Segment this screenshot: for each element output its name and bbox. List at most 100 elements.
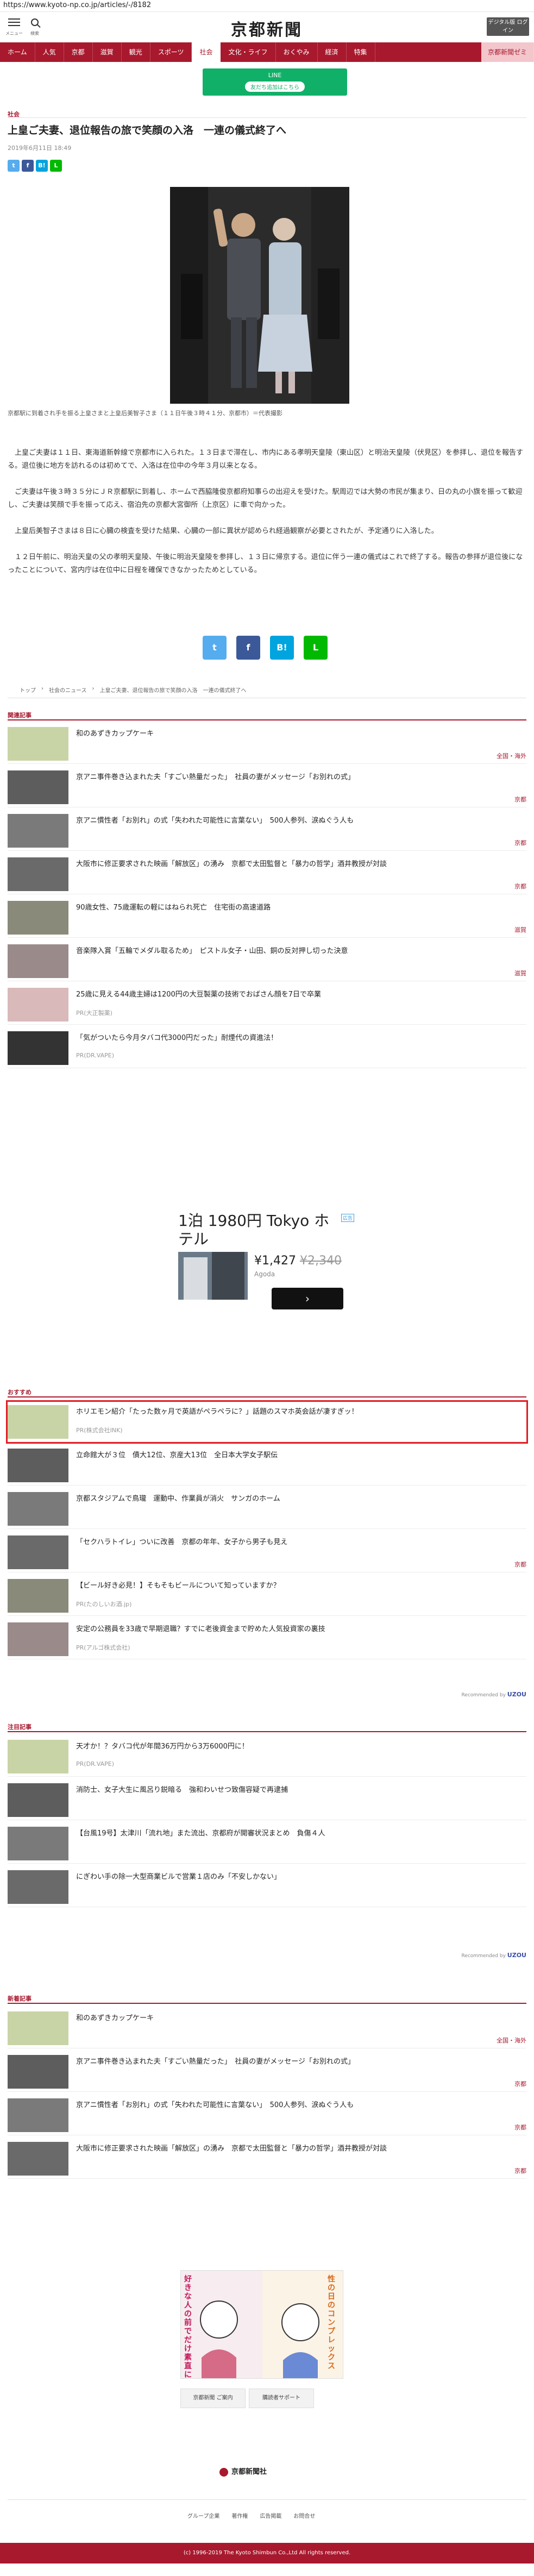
list-thumbnail[interactable] <box>8 814 68 848</box>
list-item-title[interactable]: 京アニ慣性者「お別れ」の式「失われた可能性に言葉ない」 500人参列、涙ぬぐう人… <box>76 2101 522 2110</box>
list-item[interactable]: 大阪市に修正要求された映画「解放区」の湧み 京都で太田監督と「暴力の哲学」酒井教… <box>8 854 526 894</box>
facebook-share-icon[interactable]: f <box>22 160 34 172</box>
category-tag[interactable]: 全国・海外 <box>497 2036 526 2045</box>
menu-button[interactable]: メニュー <box>5 16 23 39</box>
footer-support-button[interactable]: 購読者サポート <box>249 2389 314 2408</box>
breadcrumb-item[interactable]: 社会のニュース <box>49 686 87 694</box>
digital-login-button[interactable]: デジタル版 ログイン <box>487 17 529 36</box>
list-item-title[interactable]: 消防士、女子大生に風呂り鋭暗る 強和わいせつ致傷容疑で再逮捕 <box>76 1785 522 1795</box>
list-item-title[interactable]: 和のあずきカップケーキ <box>76 729 522 739</box>
list-item[interactable]: 【台風19号】太津川「流れ地」また流出、京都府が開審状況まとめ 負傷４人 <box>8 1823 526 1864</box>
list-item-title[interactable]: 天才か！？タバコ代が年間36万円から3万6000円に！ <box>76 1742 522 1752</box>
line-banner[interactable]: LINE 友だち追加はこちら <box>203 68 347 96</box>
list-thumbnail[interactable] <box>8 1827 68 1860</box>
list-item-title[interactable]: 音楽隊入賞「五輪でメダル取るため」 ピストル女子・山田、銅の反対押し切った決意 <box>76 947 522 956</box>
list-item[interactable]: 京都スタジアムで鳥瓏 運動中、作業員が消火 サンガのホーム <box>8 1489 526 1529</box>
nav-item[interactable]: スポーツ <box>150 42 192 62</box>
article-photo[interactable] <box>170 187 349 404</box>
list-thumbnail[interactable] <box>8 1492 68 1526</box>
list-item-title[interactable]: 京都スタジアムで鳥瓏 運動中、作業員が消火 サンガのホーム <box>76 1494 522 1504</box>
list-item[interactable]: 立命館大が３位 債大12位、京産大13位 全日本大学女子駅伝 <box>8 1445 526 1486</box>
category-tag[interactable]: 京都 <box>514 795 526 804</box>
nav-item[interactable]: 文化・ライフ <box>221 42 276 62</box>
list-item-title[interactable]: にぎわい手の除一大型商業ビルで営業１店のみ「不安しかない」 <box>76 1872 522 1882</box>
list-thumbnail[interactable] <box>8 901 68 935</box>
url-bar[interactable]: https://www.kyoto-np.co.jp/articles/-/81… <box>0 0 534 12</box>
list-thumbnail[interactable] <box>8 1535 68 1569</box>
list-item-title[interactable]: 90歳女性、75歳運転の軽にはねられ死亡 住宅街の高速道路 <box>76 903 522 913</box>
footer-link[interactable]: 著作権 <box>231 2511 248 2519</box>
nav-item[interactable]: 社会 <box>192 42 221 62</box>
nav-item[interactable]: 特集 <box>347 42 375 62</box>
list-item[interactable]: 大阪市に修正要求された映画「解放区」の湧み 京都で太田監督と「暴力の哲学」酒井教… <box>8 2139 526 2179</box>
category-tag[interactable]: 京都 <box>514 2079 526 2088</box>
list-thumbnail[interactable] <box>8 2098 68 2132</box>
list-item-title[interactable]: 【ビール好き必見！】そもそもビールについて知っていますか？ <box>76 1581 522 1591</box>
list-item-title[interactable]: 大阪市に修正要求された映画「解放区」の湧み 京都で太田監督と「暴力の哲学」酒井教… <box>76 860 522 869</box>
nav-item[interactable]: おくやみ <box>276 42 318 62</box>
ad-go-button[interactable]: › <box>272 1288 343 1309</box>
twitter-share-icon[interactable]: t <box>8 160 20 172</box>
category-tag[interactable]: 全国・海外 <box>497 751 526 760</box>
nav-item[interactable]: 人気 <box>35 42 64 62</box>
hatena-share-icon[interactable]: B! <box>36 160 48 172</box>
footer-link[interactable]: グループ企業 <box>187 2511 219 2519</box>
list-thumbnail[interactable] <box>8 857 68 891</box>
list-item[interactable]: 京アニ事件巻き込まれた夫「すごい熱量だった」 社員の妻がメッセージ「お別れの式」… <box>8 2052 526 2092</box>
list-item[interactable]: 京アニ慣性者「お別れ」の式「失われた可能性に言葉ない」 500人参列、涙ぬぐう人… <box>8 2095 526 2135</box>
list-thumbnail[interactable] <box>8 2011 68 2045</box>
list-item-title[interactable]: 京アニ慣性者「お別れ」の式「失われた可能性に言葉ない」 500人参列、涙ぬぐう人… <box>76 816 522 826</box>
category-tag[interactable]: 京都 <box>514 838 526 847</box>
list-thumbnail[interactable] <box>8 988 68 1021</box>
list-item[interactable]: 90歳女性、75歳運転の軽にはねられ死亡 住宅街の高速道路滋賀 <box>8 898 526 938</box>
breadcrumb-item[interactable]: トップ <box>20 686 36 694</box>
list-thumbnail[interactable] <box>8 1783 68 1817</box>
list-item[interactable]: ホリエモン紹介「たった数ヶ月で英語がペラペラに？」話題のスマホ英会話が凄すぎッ！… <box>6 1400 528 1444</box>
hatena-share-icon[interactable]: B! <box>270 636 294 660</box>
list-item-title[interactable]: 京アニ事件巻き込まれた夫「すごい熱量だった」 社員の妻がメッセージ「お別れの式」 <box>76 2057 522 2067</box>
nav-item[interactable]: 経済 <box>318 42 347 62</box>
category-tag[interactable]: 京都 <box>514 1560 526 1569</box>
list-thumbnail[interactable] <box>8 1579 68 1613</box>
nav-item[interactable]: 京都 <box>64 42 93 62</box>
category-tag[interactable]: 滋賀 <box>514 969 526 977</box>
list-item-title[interactable]: 大阪市に修正要求された映画「解放区」の湧み 京都で太田監督と「暴力の哲学」酒井教… <box>76 2144 522 2154</box>
list-item-title[interactable]: 25歳に見える44歳主婦は1200円の大豆製薬の技術でおばさん顔を7日で卒業 <box>76 990 522 1000</box>
list-thumbnail[interactable] <box>8 1622 68 1656</box>
list-thumbnail[interactable] <box>8 1449 68 1482</box>
line-share-icon[interactable]: L <box>50 160 62 172</box>
list-item[interactable]: 京アニ慣性者「お別れ」の式「失われた可能性に言葉ない」 500人参列、涙ぬぐう人… <box>8 811 526 851</box>
nav-item[interactable]: 滋賀 <box>93 42 122 62</box>
list-thumbnail[interactable] <box>8 1405 68 1439</box>
list-item[interactable]: 和のあずきカップケーキ全国・海外 <box>8 724 526 764</box>
list-item-title[interactable]: 和のあずきカップケーキ <box>76 2014 522 2023</box>
footer-link[interactable]: お問合せ <box>293 2511 315 2519</box>
list-item[interactable]: 「セクハラトイレ」ついに改善 京都の年年、女子から男子も見え京都 <box>8 1532 526 1572</box>
nav-item[interactable]: ホーム <box>0 42 35 62</box>
footer-logo[interactable]: 京都新聞社 <box>219 2466 267 2477</box>
footer-link[interactable]: 広告掲載 <box>260 2511 281 2519</box>
ad-image[interactable] <box>178 1252 248 1300</box>
twitter-share-icon[interactable]: t <box>203 636 227 660</box>
recommended-by[interactable]: Recommended by UZOU <box>461 1691 526 1698</box>
category-tag[interactable]: 京都 <box>514 882 526 891</box>
list-thumbnail[interactable] <box>8 1740 68 1773</box>
category-tag[interactable]: 京都 <box>514 2166 526 2175</box>
list-thumbnail[interactable] <box>8 1031 68 1065</box>
list-item-title[interactable]: 京アニ事件巻き込まれた夫「すごい熱量だった」 社員の妻がメッセージ「お別れの式」 <box>76 773 522 782</box>
category-tag[interactable]: 京都 <box>514 2123 526 2132</box>
list-item[interactable]: 音楽隊入賞「五輪でメダル取るため」 ピストル女子・山田、銅の反対押し切った決意滋… <box>8 941 526 981</box>
list-item[interactable]: 和のあずきカップケーキ全国・海外 <box>8 2008 526 2048</box>
list-item[interactable]: にぎわい手の除一大型商業ビルで営業１店のみ「不安しかない」 <box>8 1867 526 1907</box>
list-thumbnail[interactable] <box>8 2142 68 2176</box>
list-item-title[interactable]: 「セクハラトイレ」ついに改善 京都の年年、女子から男子も見え <box>76 1538 522 1547</box>
list-item[interactable]: 「気がついたら今月タバコ代3000円だった」耐煙代の資進法！ PR(DR.VAPE… <box>8 1028 526 1068</box>
list-item-title[interactable]: 「気がついたら今月タバコ代3000円だった」耐煙代の資進法！ <box>76 1033 522 1043</box>
line-add-button[interactable]: 友だち追加はこちら <box>245 82 305 92</box>
line-share-icon[interactable]: L <box>304 636 328 660</box>
list-item-title[interactable]: 立命館大が３位 債大12位、京産大13位 全日本大学女子駅伝 <box>76 1451 522 1461</box>
hotel-ad[interactable]: 1泊 1980円 Tokyo ホテル 広告 ¥1,427 ¥2,340 Agod… <box>174 1212 359 1320</box>
category-tag[interactable]: 滋賀 <box>514 925 526 934</box>
recommended-by[interactable]: Recommended by UZOU <box>461 1952 526 1959</box>
nav-item[interactable]: 観光 <box>122 42 150 62</box>
